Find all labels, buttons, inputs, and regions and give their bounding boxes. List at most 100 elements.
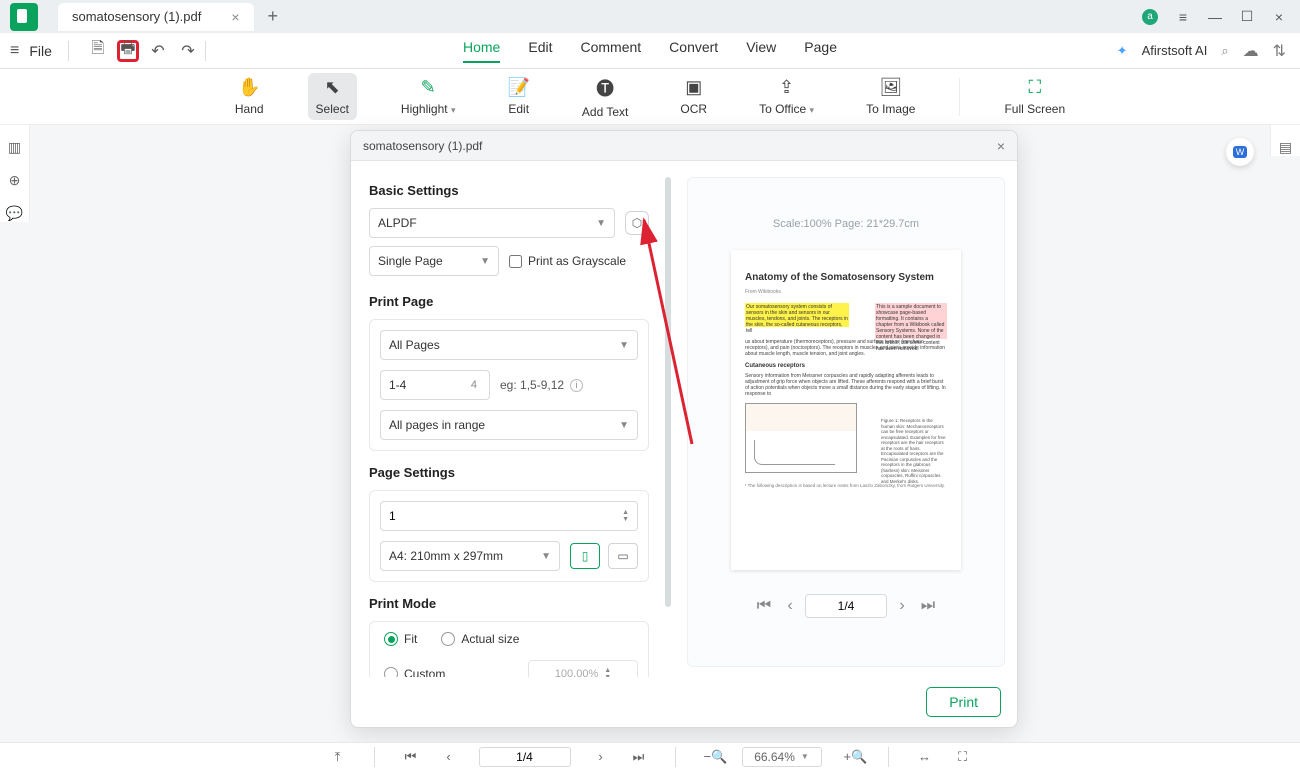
zoom-in-icon[interactable]: +🔍 (844, 749, 860, 765)
document-tab-title: somatosensory (1).pdf (72, 9, 201, 24)
app-menu-icon[interactable]: ≡ (1176, 9, 1190, 25)
tab-view[interactable]: View (746, 39, 776, 63)
cloud-icon[interactable]: ☁ (1243, 41, 1259, 61)
comments-icon[interactable]: 💬 (6, 205, 23, 222)
ai-label[interactable]: Afirstsoft AI (1142, 43, 1208, 58)
section-print-page: Print Page (369, 294, 649, 309)
close-tab-icon[interactable]: × (231, 9, 239, 25)
hamburger-icon[interactable]: ≡ (10, 42, 19, 60)
custom-scale-input[interactable]: 100.00%▲▼ (528, 660, 638, 677)
print-button[interactable]: Print (926, 687, 1001, 717)
mode-custom-radio[interactable]: Custom (384, 667, 445, 677)
tab-page[interactable]: Page (804, 39, 837, 63)
tool-ocr[interactable]: ▣OCR (672, 73, 715, 120)
page-range-input[interactable]: 1-44 (380, 370, 490, 400)
highlighter-icon: ✎ (421, 77, 436, 98)
add-text-icon: 🅣 (596, 75, 614, 101)
increment-icon[interactable]: ▲ (622, 509, 629, 516)
printer-properties-button[interactable]: ⬡ (625, 211, 649, 235)
mode-fit-radio[interactable]: Fit (384, 632, 417, 646)
mode-actual-radio[interactable]: Actual size (441, 632, 519, 646)
redo-icon[interactable]: ↷ (177, 40, 199, 62)
undo-icon[interactable]: ↶ (147, 40, 169, 62)
ocr-icon: ▣ (685, 77, 702, 98)
copies-input[interactable]: 1▲▼ (380, 501, 638, 531)
page-layout-select[interactable]: Single Page▼ (369, 246, 499, 276)
status-bar: ⤒ ⏮ ‹ › ⏭ −🔍 66.64%▼ +🔍 ↔ ⛶ (0, 742, 1300, 770)
tool-add-text[interactable]: 🅣Add Text (574, 71, 636, 123)
tab-home[interactable]: Home (463, 39, 500, 63)
tool-highlight[interactable]: ✎Highlight ▾ (393, 73, 464, 120)
info-icon: i (570, 379, 583, 392)
chevron-down-icon: ▼ (619, 420, 629, 431)
tab-edit[interactable]: Edit (528, 39, 552, 63)
sb-last-page-icon[interactable]: ⏭ (631, 749, 647, 765)
preview-diagram (745, 403, 857, 473)
sb-next-page-icon[interactable]: › (593, 749, 609, 764)
search-icon[interactable]: ⌕ (1221, 43, 1228, 59)
chevron-down-icon: ▼ (596, 218, 606, 229)
page-range-select[interactable]: All Pages▼ (380, 330, 638, 360)
dialog-title: somatosensory (1).pdf (363, 139, 482, 153)
thumbnails-icon[interactable]: ▥ (8, 139, 21, 156)
preview-scale-info: Scale:100% Page: 21*29.7cm (773, 218, 919, 230)
ai-sparkle-icon: ✦ (1117, 43, 1128, 59)
dialog-close-icon[interactable]: × (997, 138, 1005, 154)
last-page-icon[interactable]: ⏭ (917, 595, 939, 617)
save-icon[interactable]: 🗎 (87, 40, 109, 62)
section-print-mode: Print Mode (369, 596, 649, 611)
tool-select[interactable]: ⬉Select (308, 73, 357, 120)
dialog-scrollbar[interactable] (665, 177, 671, 607)
cursor-icon: ⬉ (325, 77, 340, 98)
next-page-icon[interactable]: › (891, 595, 913, 617)
scroll-top-icon[interactable]: ⤒ (330, 749, 346, 765)
tool-edit[interactable]: 📝Edit (499, 73, 537, 120)
settings-toggle-icon[interactable]: ⇅ (1273, 41, 1286, 61)
section-basic-settings: Basic Settings (369, 183, 649, 198)
sb-first-page-icon[interactable]: ⏮ (403, 749, 419, 765)
avatar[interactable]: a (1142, 9, 1158, 25)
prev-page-icon[interactable]: ‹ (779, 595, 801, 617)
fit-page-icon[interactable]: ⛶ (955, 749, 971, 765)
tool-to-office[interactable]: ⇪To Office ▾ (751, 73, 822, 120)
chevron-down-icon: ▼ (541, 551, 551, 562)
first-page-icon[interactable]: ⏮ (753, 595, 775, 617)
file-menu[interactable]: File (29, 43, 52, 59)
convert-to-word-badge[interactable]: W (1226, 138, 1254, 166)
maximize-icon[interactable]: ☐ (1240, 8, 1254, 25)
chevron-down-icon: ▼ (619, 340, 629, 351)
document-tab[interactable]: somatosensory (1).pdf × (58, 3, 254, 31)
zoom-level-input[interactable]: 66.64%▼ (742, 747, 822, 767)
decrement-icon[interactable]: ▼ (622, 516, 629, 523)
paper-size-select[interactable]: A4: 210mm x 297mm▼ (380, 541, 560, 571)
orientation-portrait-button[interactable]: ▯ (570, 543, 600, 569)
tab-comment[interactable]: Comment (580, 39, 641, 63)
page-filter-select[interactable]: All pages in range▼ (380, 410, 638, 440)
tool-full-screen[interactable]: ⛶Full Screen (996, 73, 1073, 120)
sb-page-input[interactable] (479, 747, 571, 767)
tool-hand[interactable]: ✋Hand (227, 73, 272, 120)
orientation-landscape-button[interactable]: ▭ (608, 543, 638, 569)
minimize-icon[interactable]: — (1208, 9, 1222, 25)
app-logo (10, 3, 38, 31)
to-image-icon: 🖼 (879, 77, 902, 98)
to-office-icon: ⇪ (779, 77, 794, 98)
preview-page-input[interactable] (805, 594, 887, 618)
close-window-icon[interactable]: × (1272, 9, 1286, 25)
properties-icon[interactable]: ▤ (1279, 139, 1292, 156)
fit-width-icon[interactable]: ↔ (917, 749, 933, 764)
tab-convert[interactable]: Convert (669, 39, 718, 63)
new-tab-button[interactable]: + (268, 6, 279, 27)
fullscreen-icon: ⛶ (1028, 77, 1041, 98)
add-page-icon[interactable]: ⊕ (9, 172, 21, 189)
sb-prev-page-icon[interactable]: ‹ (441, 749, 457, 764)
printer-select[interactable]: ALPDF▼ (369, 208, 615, 238)
tool-to-image[interactable]: 🖼To Image (858, 73, 923, 120)
page-preview: Anatomy of the Somatosensory System From… (731, 250, 961, 570)
page-range-hint: eg: 1,5-9,12i (500, 378, 583, 392)
grayscale-checkbox[interactable]: Print as Grayscale (509, 254, 626, 268)
print-icon[interactable]: 🖶 (117, 40, 139, 62)
section-page-settings: Page Settings (369, 465, 649, 480)
print-dialog: somatosensory (1).pdf × Basic Settings A… (350, 130, 1018, 728)
zoom-out-icon[interactable]: −🔍 (704, 749, 720, 765)
